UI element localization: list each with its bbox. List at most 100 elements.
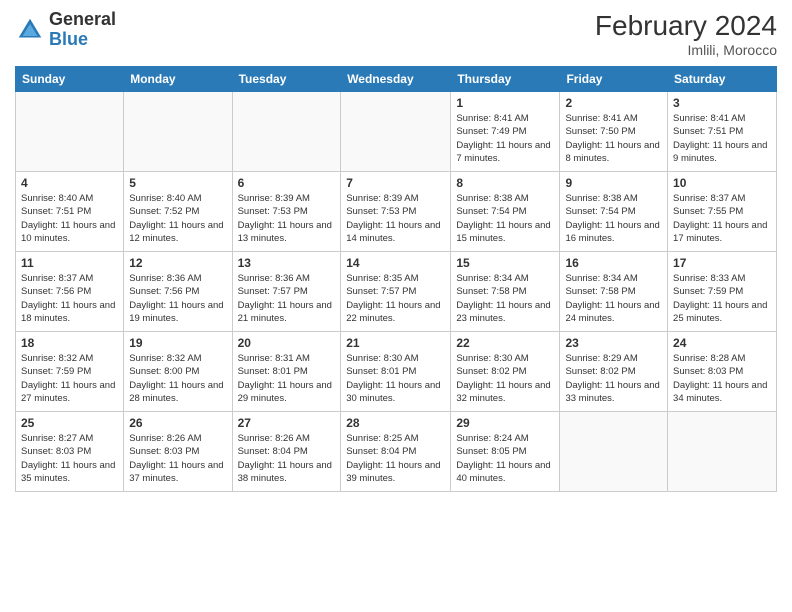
logo-blue: Blue	[49, 29, 88, 49]
calendar-cell: 26 Sunrise: 8:26 AM Sunset: 8:03 PM Dayli…	[124, 412, 232, 492]
calendar-cell: 12 Sunrise: 8:36 AM Sunset: 7:56 PM Dayli…	[124, 252, 232, 332]
page: General Blue February 2024 Imlili, Moroc…	[0, 0, 792, 612]
day-info: Sunrise: 8:24 AM Sunset: 8:05 PM Dayligh…	[456, 432, 554, 485]
calendar-cell: 29 Sunrise: 8:24 AM Sunset: 8:05 PM Dayli…	[451, 412, 560, 492]
col-header-thursday: Thursday	[451, 67, 560, 92]
day-number: 21	[346, 336, 445, 350]
day-number: 11	[21, 256, 118, 270]
calendar-header-row: SundayMondayTuesdayWednesdayThursdayFrid…	[16, 67, 777, 92]
col-header-wednesday: Wednesday	[341, 67, 451, 92]
day-number: 4	[21, 176, 118, 190]
calendar-cell: 22 Sunrise: 8:30 AM Sunset: 8:02 PM Dayli…	[451, 332, 560, 412]
day-info: Sunrise: 8:37 AM Sunset: 7:55 PM Dayligh…	[673, 192, 771, 245]
day-info: Sunrise: 8:35 AM Sunset: 7:57 PM Dayligh…	[346, 272, 445, 325]
calendar: SundayMondayTuesdayWednesdayThursdayFrid…	[15, 66, 777, 492]
calendar-cell: 28Sunrise: 8:25 AM Sunset: 8:04 PM Dayli…	[341, 412, 451, 492]
calendar-cell	[124, 92, 232, 172]
day-number: 10	[673, 176, 771, 190]
calendar-cell: 1Sunrise: 8:41 AM Sunset: 7:49 PM Daylig…	[451, 92, 560, 172]
day-info: Sunrise: 8:32 AM Sunset: 8:00 PM Dayligh…	[129, 352, 226, 405]
calendar-cell: 3 Sunrise: 8:41 AM Sunset: 7:51 PM Daylig…	[668, 92, 777, 172]
location: Imlili, Morocco	[595, 42, 777, 58]
calendar-cell: 17Sunrise: 8:33 AM Sunset: 7:59 PM Dayli…	[668, 252, 777, 332]
day-info: Sunrise: 8:27 AM Sunset: 8:03 PM Dayligh…	[21, 432, 118, 485]
header: General Blue February 2024 Imlili, Moroc…	[15, 10, 777, 58]
day-info: Sunrise: 8:36 AM Sunset: 7:56 PM Dayligh…	[129, 272, 226, 325]
day-number: 6	[238, 176, 336, 190]
day-info: Sunrise: 8:38 AM Sunset: 7:54 PM Dayligh…	[565, 192, 662, 245]
calendar-cell	[668, 412, 777, 492]
calendar-cell: 20 Sunrise: 8:31 AM Sunset: 8:01 PM Dayli…	[232, 332, 341, 412]
day-info: Sunrise: 8:34 AM Sunset: 7:58 PM Dayligh…	[456, 272, 554, 325]
day-info: Sunrise: 8:26 AM Sunset: 8:03 PM Dayligh…	[129, 432, 226, 485]
logo-icon	[15, 15, 45, 45]
day-number: 9	[565, 176, 662, 190]
day-info: Sunrise: 8:28 AM Sunset: 8:03 PM Dayligh…	[673, 352, 771, 405]
day-number: 23	[565, 336, 662, 350]
day-number: 2	[565, 96, 662, 110]
calendar-cell: 15Sunrise: 8:34 AM Sunset: 7:58 PM Dayli…	[451, 252, 560, 332]
calendar-cell: 7Sunrise: 8:39 AM Sunset: 7:53 PM Daylig…	[341, 172, 451, 252]
day-info: Sunrise: 8:40 AM Sunset: 7:51 PM Dayligh…	[21, 192, 118, 245]
day-number: 19	[129, 336, 226, 350]
calendar-cell: 8 Sunrise: 8:38 AM Sunset: 7:54 PM Daylig…	[451, 172, 560, 252]
day-info: Sunrise: 8:36 AM Sunset: 7:57 PM Dayligh…	[238, 272, 336, 325]
calendar-cell: 14 Sunrise: 8:35 AM Sunset: 7:57 PM Dayli…	[341, 252, 451, 332]
week-row-3: 18Sunrise: 8:32 AM Sunset: 7:59 PM Dayli…	[16, 332, 777, 412]
col-header-tuesday: Tuesday	[232, 67, 341, 92]
day-number: 14	[346, 256, 445, 270]
calendar-cell: 25Sunrise: 8:27 AM Sunset: 8:03 PM Dayli…	[16, 412, 124, 492]
calendar-cell: 13 Sunrise: 8:36 AM Sunset: 7:57 PM Dayli…	[232, 252, 341, 332]
calendar-cell	[341, 92, 451, 172]
day-info: Sunrise: 8:34 AM Sunset: 7:58 PM Dayligh…	[565, 272, 662, 325]
week-row-2: 11 Sunrise: 8:37 AM Sunset: 7:56 PM Dayli…	[16, 252, 777, 332]
day-info: Sunrise: 8:38 AM Sunset: 7:54 PM Dayligh…	[456, 192, 554, 245]
day-info: Sunrise: 8:40 AM Sunset: 7:52 PM Dayligh…	[129, 192, 226, 245]
col-header-monday: Monday	[124, 67, 232, 92]
day-number: 16	[565, 256, 662, 270]
calendar-cell: 23 Sunrise: 8:29 AM Sunset: 8:02 PM Dayli…	[560, 332, 668, 412]
calendar-cell: 10 Sunrise: 8:37 AM Sunset: 7:55 PM Dayli…	[668, 172, 777, 252]
calendar-cell: 16 Sunrise: 8:34 AM Sunset: 7:58 PM Dayli…	[560, 252, 668, 332]
col-header-saturday: Saturday	[668, 67, 777, 92]
month-year: February 2024	[595, 10, 777, 42]
logo-general: General	[49, 9, 116, 29]
week-row-4: 25Sunrise: 8:27 AM Sunset: 8:03 PM Dayli…	[16, 412, 777, 492]
day-info: Sunrise: 8:41 AM Sunset: 7:49 PM Dayligh…	[456, 112, 554, 165]
day-number: 27	[238, 416, 336, 430]
day-info: Sunrise: 8:39 AM Sunset: 7:53 PM Dayligh…	[238, 192, 336, 245]
day-info: Sunrise: 8:41 AM Sunset: 7:50 PM Dayligh…	[565, 112, 662, 165]
day-number: 29	[456, 416, 554, 430]
calendar-cell: 11 Sunrise: 8:37 AM Sunset: 7:56 PM Dayli…	[16, 252, 124, 332]
calendar-cell: 4 Sunrise: 8:40 AM Sunset: 7:51 PM Daylig…	[16, 172, 124, 252]
logo-text: General Blue	[49, 10, 116, 50]
day-number: 8	[456, 176, 554, 190]
day-info: Sunrise: 8:33 AM Sunset: 7:59 PM Dayligh…	[673, 272, 771, 325]
calendar-cell: 19 Sunrise: 8:32 AM Sunset: 8:00 PM Dayli…	[124, 332, 232, 412]
day-number: 13	[238, 256, 336, 270]
day-info: Sunrise: 8:31 AM Sunset: 8:01 PM Dayligh…	[238, 352, 336, 405]
week-row-1: 4 Sunrise: 8:40 AM Sunset: 7:51 PM Daylig…	[16, 172, 777, 252]
day-number: 28	[346, 416, 445, 430]
calendar-cell	[560, 412, 668, 492]
day-number: 26	[129, 416, 226, 430]
day-number: 20	[238, 336, 336, 350]
day-info: Sunrise: 8:37 AM Sunset: 7:56 PM Dayligh…	[21, 272, 118, 325]
calendar-cell: 5Sunrise: 8:40 AM Sunset: 7:52 PM Daylig…	[124, 172, 232, 252]
logo: General Blue	[15, 10, 116, 50]
calendar-cell: 24 Sunrise: 8:28 AM Sunset: 8:03 PM Dayli…	[668, 332, 777, 412]
day-number: 3	[673, 96, 771, 110]
week-row-0: 1Sunrise: 8:41 AM Sunset: 7:49 PM Daylig…	[16, 92, 777, 172]
calendar-cell	[232, 92, 341, 172]
calendar-cell: 27 Sunrise: 8:26 AM Sunset: 8:04 PM Dayli…	[232, 412, 341, 492]
title-block: February 2024 Imlili, Morocco	[595, 10, 777, 58]
day-info: Sunrise: 8:32 AM Sunset: 7:59 PM Dayligh…	[21, 352, 118, 405]
day-info: Sunrise: 8:41 AM Sunset: 7:51 PM Dayligh…	[673, 112, 771, 165]
calendar-cell: 18Sunrise: 8:32 AM Sunset: 7:59 PM Dayli…	[16, 332, 124, 412]
day-info: Sunrise: 8:29 AM Sunset: 8:02 PM Dayligh…	[565, 352, 662, 405]
day-info: Sunrise: 8:26 AM Sunset: 8:04 PM Dayligh…	[238, 432, 336, 485]
day-info: Sunrise: 8:30 AM Sunset: 8:02 PM Dayligh…	[456, 352, 554, 405]
day-number: 12	[129, 256, 226, 270]
day-number: 22	[456, 336, 554, 350]
day-number: 24	[673, 336, 771, 350]
